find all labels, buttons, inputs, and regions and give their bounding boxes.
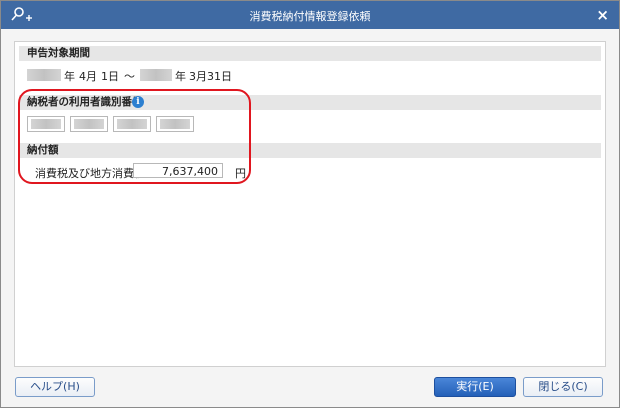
title-bar: 消費税納付情報登録依頼 × — [1, 1, 619, 29]
end-date: 3月31日 — [189, 70, 232, 83]
start-year-redacted — [27, 69, 61, 81]
taxpayer-id-box-4[interactable] — [156, 116, 194, 132]
close-button[interactable]: 閉じる(C) — [523, 377, 603, 397]
start-year-suffix: 年 — [64, 70, 75, 83]
taxpayer-id-header: 納税者の利用者識別番号 — [19, 95, 601, 110]
end-year-suffix: 年 — [175, 70, 186, 83]
end-year-redacted — [140, 69, 172, 81]
help-button[interactable]: ヘルプ(H) — [15, 377, 95, 397]
taxpayer-id-box-1[interactable] — [27, 116, 65, 132]
taxpayer-id-redacted — [31, 119, 61, 129]
window-title: 消費税納付情報登録依頼 — [249, 10, 371, 23]
payment-unit: 円 — [235, 167, 246, 180]
taxpayer-id-redacted — [117, 119, 147, 129]
taxpayer-id-label: 納税者の利用者識別番号 — [27, 96, 143, 108]
payment-header: 納付額 — [19, 143, 601, 158]
period-separator: ～ — [124, 70, 135, 83]
payment-amount-field[interactable]: 7,637,400 — [133, 163, 223, 178]
start-month: 4月 — [79, 70, 97, 83]
taxpayer-id-box-2[interactable] — [70, 116, 108, 132]
taxpayer-id-redacted — [160, 119, 190, 129]
dialog-window: 消費税納付情報登録依頼 × 申告対象期間 年 4月 1日 ～ 年 3月31日 納… — [0, 0, 620, 408]
close-icon[interactable]: × — [596, 6, 609, 24]
taxpayer-id-redacted — [74, 119, 104, 129]
start-day: 1日 — [101, 70, 119, 83]
period-header: 申告対象期間 — [19, 46, 601, 61]
execute-button[interactable]: 実行(E) — [434, 377, 516, 397]
payment-label: 消費税及び地方消費税 — [35, 167, 145, 180]
taxpayer-id-box-3[interactable] — [113, 116, 151, 132]
info-icon[interactable]: i — [132, 96, 144, 108]
main-panel: 申告対象期間 年 4月 1日 ～ 年 3月31日 納税者の利用者識別番号 i 納… — [14, 41, 606, 367]
